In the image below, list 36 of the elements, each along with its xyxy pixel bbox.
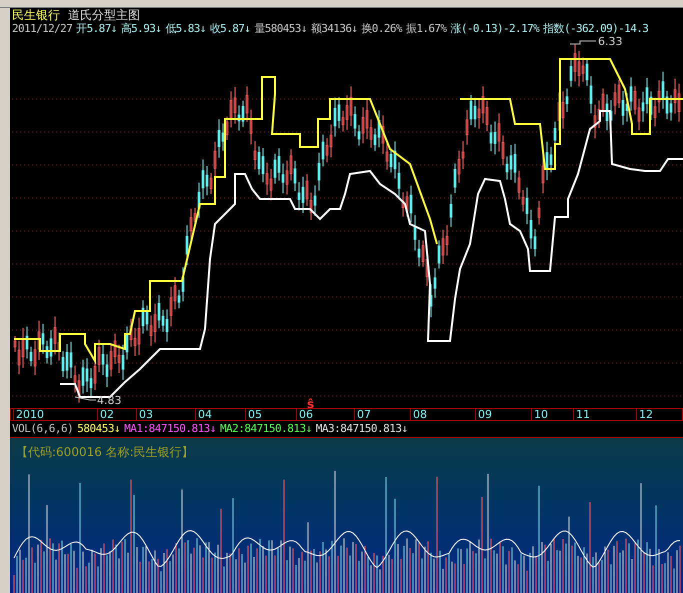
indicator-value: VOL(6,6,6) [12, 422, 74, 436]
axis-label: 12 [639, 408, 653, 421]
indicator-value: MA2:847150.813↓ [220, 422, 312, 436]
axis-label: 03 [139, 408, 153, 421]
quote-value: 收5.87↓ [210, 22, 250, 36]
low-price-label: 4.83 [97, 394, 122, 407]
high-price-label: 6.33 [598, 36, 622, 48]
quote-value: 高5.93↓ [120, 22, 162, 36]
quote-value: 指数(-362.09)-14.3 [543, 22, 648, 36]
quote-value: 量580453↓ [254, 22, 307, 36]
quote-value: 低5.83↓ [165, 22, 206, 36]
quote-value: 振1.67% [406, 22, 446, 36]
stock-name: 民生银行 [12, 8, 60, 22]
axis-label: 06 [299, 408, 313, 421]
signal-mark: ŝ [307, 397, 314, 408]
axis-label: 08 [413, 408, 427, 421]
axis-label: 11 [576, 408, 590, 421]
template-name: 道氏分型主图 [68, 8, 140, 22]
axis-label: 05 [248, 408, 262, 421]
axis-label: 09 [478, 408, 492, 421]
indicator-value: 580453↓ [77, 422, 120, 436]
quote-value: 换0.26% [361, 22, 402, 36]
quote-value: 额34136↓ [310, 22, 358, 36]
quote-value: 开5.87↓ [76, 22, 117, 36]
axis-label: 04 [198, 408, 212, 421]
leader-line [74, 396, 96, 400]
quote-value: 2011/12/27 [12, 22, 72, 36]
indicator-value: MA3:847150.813↓ [316, 422, 408, 436]
leader-line [570, 40, 596, 44]
indicator-value: MA1:847150.813↓ [124, 422, 216, 436]
axis-label: 02 [100, 408, 114, 421]
axis-label: 07 [357, 408, 371, 421]
axis-label: 10 [534, 408, 548, 421]
stock-code-caption: 【代码:600016 名称:民生银行】 [16, 444, 194, 461]
quote-value: 涨(-0.13)-2.17% [450, 22, 540, 36]
axis-label: 2010 [16, 408, 44, 421]
